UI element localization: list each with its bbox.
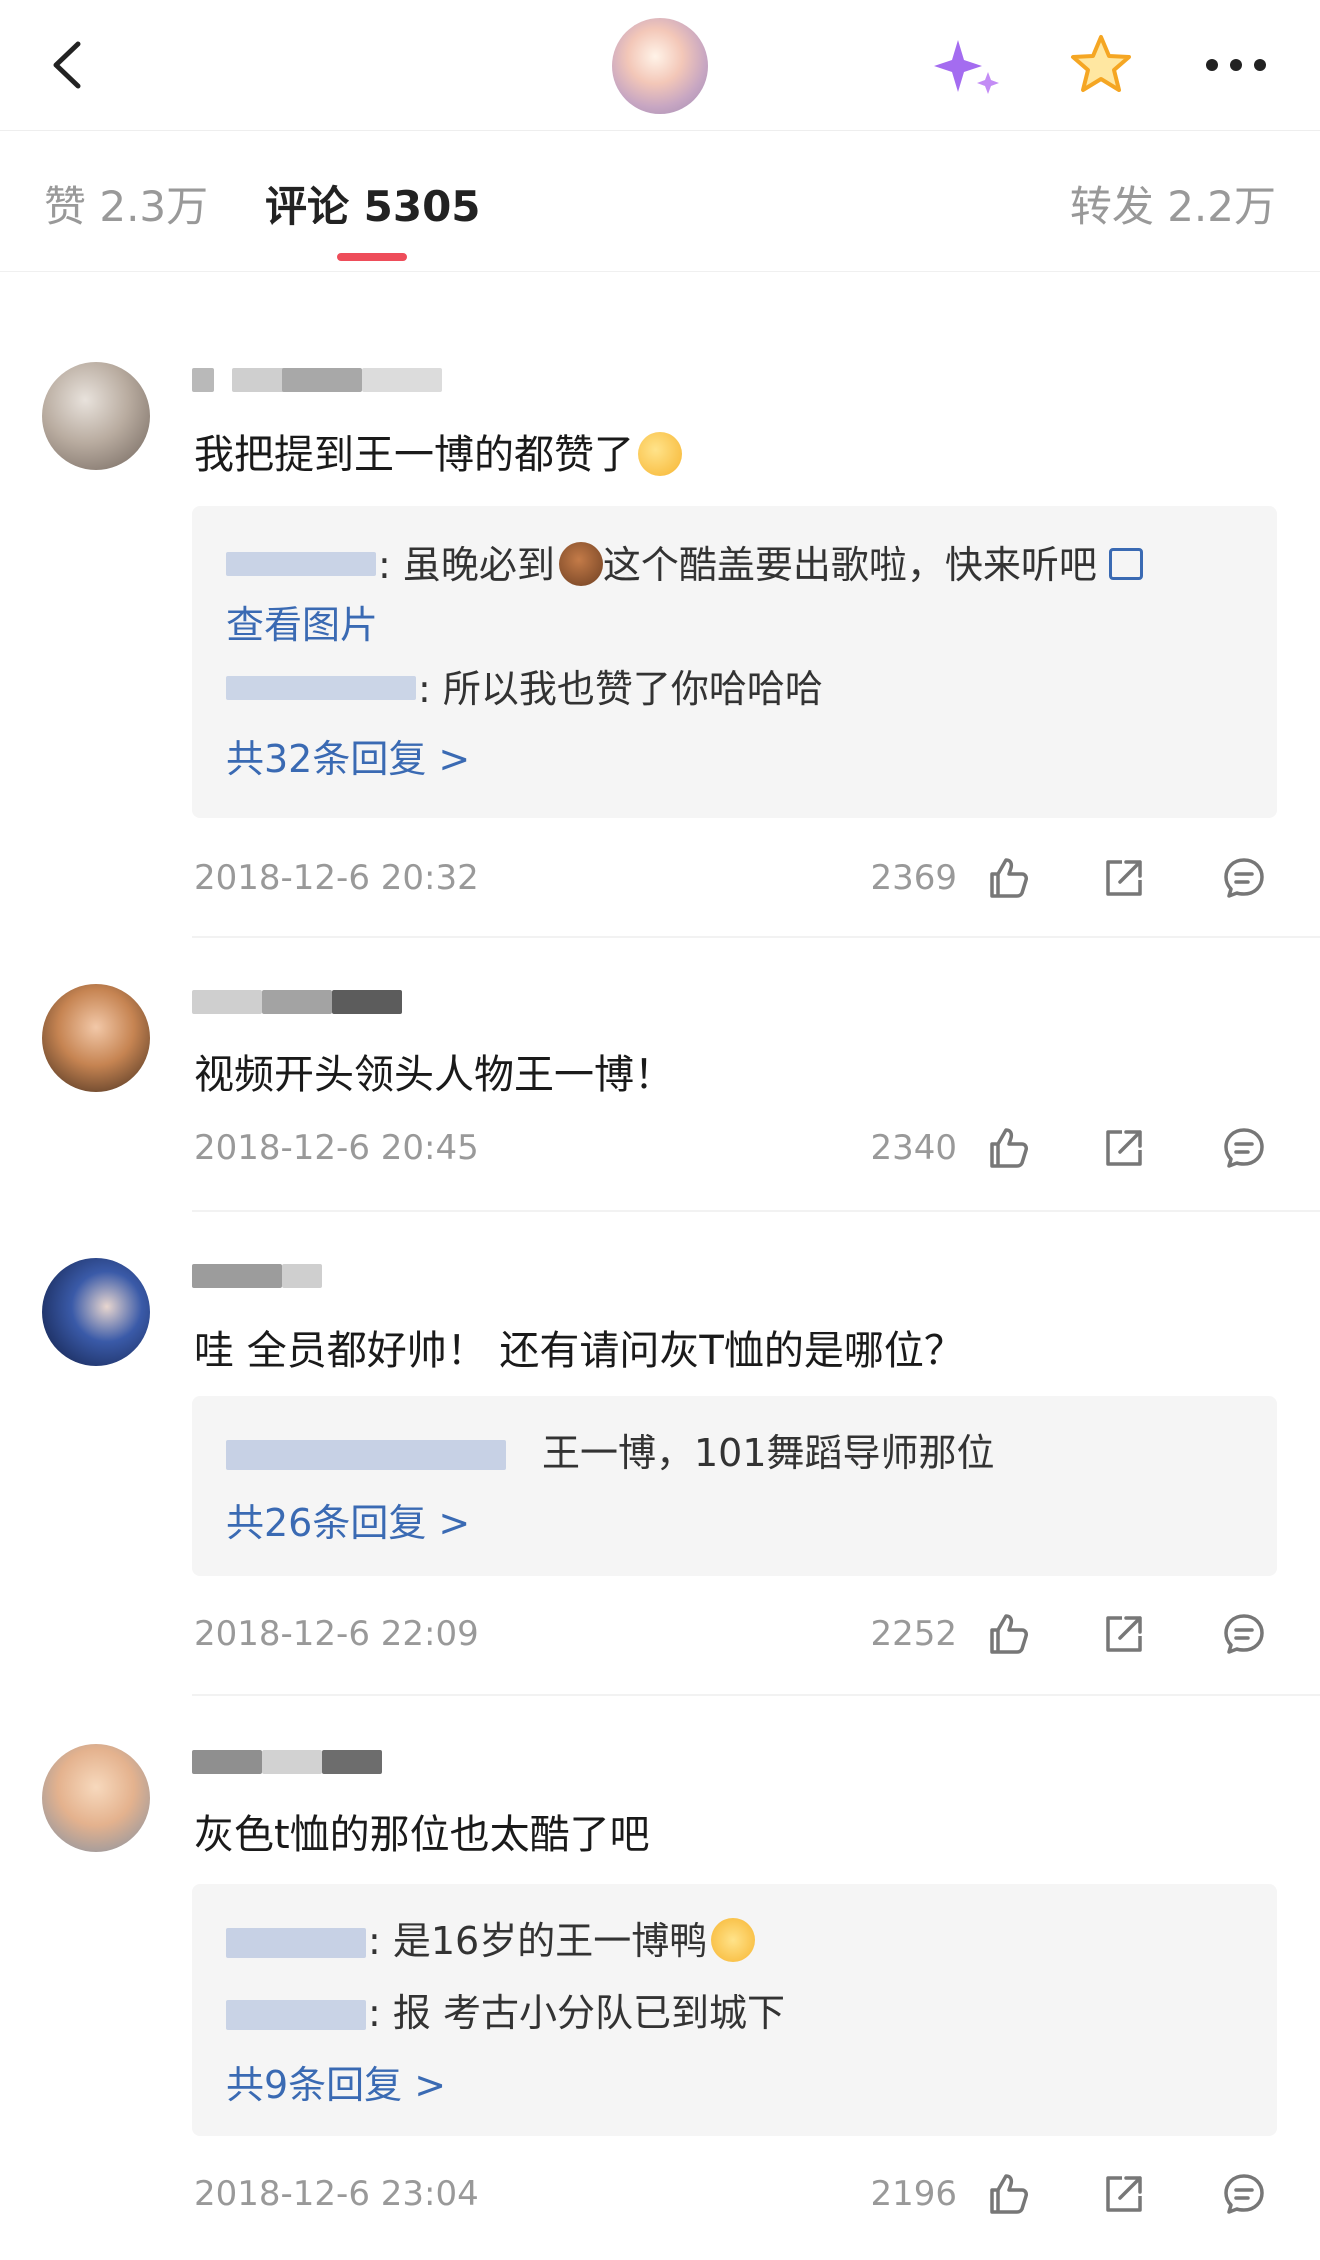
comment-text: 我把提到王一博的都赞了 bbox=[194, 422, 682, 480]
comment-item: 灰色t恤的那位也太酷了吧 : 是16岁的王一博鸭 : 报 考古小分队已到城下 共… bbox=[0, 1698, 1320, 2260]
like-icon[interactable] bbox=[984, 1124, 1032, 1172]
like-icon[interactable] bbox=[984, 854, 1032, 902]
share-icon[interactable] bbox=[1100, 1124, 1148, 1172]
like-count: 2196 bbox=[870, 2174, 957, 2214]
reply-preview-box[interactable]: : 虽晚必到 这个酷盖要出歌啦，快来听吧 查看图片 : 所以我也赞了你哈哈哈 共3… bbox=[192, 506, 1277, 818]
emoji-icon bbox=[711, 1918, 756, 1962]
reply-icon[interactable] bbox=[1220, 1610, 1268, 1658]
comment-time: 2018-12-6 20:32 bbox=[194, 858, 479, 898]
username-blurred[interactable] bbox=[192, 1750, 382, 1780]
tab-reposts[interactable]: 转发 2.2万 bbox=[1070, 173, 1276, 234]
reply-line: : 报 考古小分队已到城下 bbox=[368, 1991, 785, 2035]
reply-username-blurred[interactable] bbox=[226, 1440, 506, 1470]
username-blurred[interactable] bbox=[192, 368, 452, 398]
reply-line: : 是16岁的王一博鸭 bbox=[368, 1910, 756, 1965]
sparkle-icon[interactable] bbox=[928, 30, 1008, 100]
username-blurred[interactable] bbox=[192, 990, 402, 1020]
reply-icon[interactable] bbox=[1220, 2170, 1268, 2218]
divider bbox=[192, 1210, 1320, 1212]
comment-item: 哇 全员都好帅！ 还有请问灰T恤的是哪位？ 王一博，101舞蹈导师那位 共26条… bbox=[0, 1214, 1320, 1700]
tab-bar: 赞 2.3万 评论 5305 转发 2.2万 bbox=[0, 131, 1320, 272]
reply-username-blurred[interactable] bbox=[226, 2000, 366, 2030]
avatar[interactable] bbox=[42, 362, 150, 470]
like-icon[interactable] bbox=[984, 2170, 1032, 2218]
comment-time: 2018-12-6 23:04 bbox=[194, 2174, 479, 2214]
image-icon bbox=[1108, 548, 1143, 580]
avatar[interactable] bbox=[42, 1258, 150, 1366]
share-icon[interactable] bbox=[1100, 2170, 1148, 2218]
comment-time: 2018-12-6 20:45 bbox=[194, 1128, 479, 1168]
like-count: 2369 bbox=[870, 858, 957, 898]
reply-line: : 虽晚必到 这个酷盖要出歌啦，快来听吧 bbox=[378, 534, 1143, 589]
emoji-icon bbox=[638, 432, 682, 476]
comment-text: 视频开头领头人物王一博！ bbox=[194, 1052, 674, 1098]
reply-line: : 所以我也赞了你哈哈哈 bbox=[418, 667, 823, 711]
comment-text: 哇 全员都好帅！ 还有请问灰T恤的是哪位？ bbox=[194, 1328, 964, 1374]
reply-username-blurred[interactable] bbox=[226, 552, 376, 576]
back-chevron-icon[interactable] bbox=[40, 30, 100, 100]
reply-username-blurred[interactable] bbox=[226, 1928, 366, 1958]
view-more-replies-link[interactable]: 共9条回复 > bbox=[226, 2054, 446, 2109]
active-tab-indicator bbox=[337, 253, 407, 261]
tab-likes[interactable]: 赞 2.3万 bbox=[44, 173, 208, 234]
view-more-replies-link[interactable]: 共26条回复 > bbox=[226, 1492, 470, 1547]
star-icon[interactable] bbox=[1066, 30, 1136, 100]
share-icon[interactable] bbox=[1100, 1610, 1148, 1658]
reply-preview-box[interactable]: : 是16岁的王一博鸭 : 报 考古小分队已到城下 共9条回复 > bbox=[192, 1884, 1277, 2136]
more-dots-icon[interactable] bbox=[1196, 30, 1276, 100]
reply-line: 王一博，101舞蹈导师那位 bbox=[542, 1431, 995, 1475]
view-image-link[interactable]: 查看图片 bbox=[226, 594, 378, 649]
tab-comments[interactable]: 评论 5305 bbox=[265, 173, 481, 234]
reply-username-blurred[interactable] bbox=[226, 676, 416, 700]
author-avatar[interactable] bbox=[612, 18, 708, 114]
divider bbox=[192, 1694, 1320, 1696]
divider bbox=[192, 936, 1320, 938]
reply-preview-box[interactable]: 王一博，101舞蹈导师那位 共26条回复 > bbox=[192, 1396, 1277, 1576]
comment-item: 我把提到王一博的都赞了 : 虽晚必到 这个酷盖要出歌啦，快来听吧 查看图片 : 所… bbox=[0, 270, 1320, 936]
comment-time: 2018-12-6 22:09 bbox=[194, 1614, 479, 1654]
like-count: 2252 bbox=[870, 1614, 957, 1654]
avatar[interactable] bbox=[42, 984, 150, 1092]
comment-item: 视频开头领头人物王一博！ 2018-12-6 20:45 2340 bbox=[0, 940, 1320, 1210]
like-icon[interactable] bbox=[984, 1610, 1032, 1658]
username-blurred[interactable] bbox=[192, 1264, 322, 1294]
view-more-replies-link[interactable]: 共32条回复 > bbox=[226, 728, 470, 783]
emoji-icon bbox=[558, 542, 603, 586]
reply-icon[interactable] bbox=[1220, 1124, 1268, 1172]
comment-text: 灰色t恤的那位也太酷了吧 bbox=[194, 1812, 650, 1858]
share-icon[interactable] bbox=[1100, 854, 1148, 902]
avatar[interactable] bbox=[42, 1744, 150, 1852]
reply-icon[interactable] bbox=[1220, 854, 1268, 902]
top-bar bbox=[0, 0, 1320, 131]
like-count: 2340 bbox=[870, 1128, 957, 1168]
